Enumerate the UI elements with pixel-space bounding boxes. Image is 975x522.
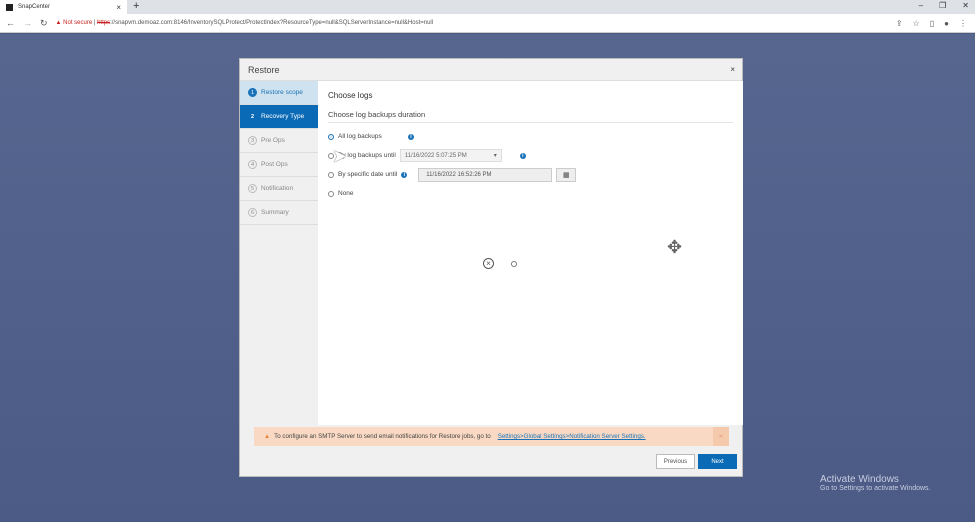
address-bar: ← → ↻ ▲ Not secure | https://snapvm.demo… — [0, 14, 975, 33]
move-cursor-icon: ✥ — [667, 237, 683, 257]
loading-x-icon: × — [483, 258, 494, 269]
info-icon[interactable]: i — [408, 133, 414, 140]
notification-settings-link[interactable]: Settings>Global Settings>Notification Se… — [498, 433, 646, 440]
share-icon[interactable]: ⇪ — [896, 19, 903, 28]
next-button[interactable]: Next — [698, 454, 737, 469]
step-number: 1 — [248, 88, 257, 97]
not-secure-label: Not secure — [63, 20, 93, 26]
activate-windows-watermark: Activate Windows Go to Settings to activ… — [820, 474, 931, 492]
browser-tab-bar: SnapCenter × + – ❐ ✕ — [0, 0, 975, 14]
step-restore-scope[interactable]: 1 Restore scope — [240, 81, 318, 105]
reload-icon[interactable]: ↻ — [40, 18, 48, 29]
watermark-subtitle: Go to Settings to activate Windows. — [820, 485, 931, 492]
step-label: Restore scope — [261, 89, 303, 96]
url-text: ://snapvm.demoaz.com:8146/InventorySQLPr… — [110, 20, 434, 26]
profile-icon[interactable]: ● — [944, 19, 949, 28]
new-tab-button[interactable]: + — [133, 0, 139, 12]
specific-date-input[interactable]: 11/16/2022 16:52:26 PM — [418, 167, 553, 182]
mouse-cursor-icon: ➤ — [332, 146, 348, 166]
menu-icon[interactable]: ⋮ — [959, 19, 967, 28]
section-subheading: Choose log backups duration — [328, 110, 733, 123]
step-label: Notification — [261, 185, 294, 192]
step-summary[interactable]: 6 Summary — [240, 201, 318, 225]
info-icon[interactable]: i — [401, 171, 408, 178]
smtp-warning-banner: ▲ To configure an SMTP Server to send em… — [254, 427, 729, 446]
watermark-title: Activate Windows — [820, 474, 899, 485]
star-icon[interactable]: ☆ — [913, 19, 920, 28]
close-window-icon[interactable]: ✕ — [962, 1, 969, 10]
option-label: None — [338, 190, 354, 197]
warning-text: To configure an SMTP Server to send emai… — [274, 433, 491, 440]
wizard-steps: 1 Restore scope 2 Recovery Type 3 Pre Ops 4… — [240, 81, 318, 225]
tab-title: SnapCenter — [18, 4, 51, 10]
step-notification[interactable]: 5 Notification — [240, 177, 318, 201]
maximize-icon[interactable]: ❐ — [939, 1, 946, 10]
log-backup-select[interactable]: 11/16/2022 5:07:25 PM ▾ — [399, 149, 502, 162]
step-post-ops[interactable]: 4 Post Ops — [240, 153, 318, 177]
section-heading: Choose logs — [328, 91, 373, 100]
radio-all-log-backups[interactable] — [328, 133, 334, 140]
close-tab-icon[interactable]: × — [116, 3, 121, 12]
close-icon[interactable]: × — [730, 65, 735, 74]
step-number: 2 — [250, 113, 255, 120]
calendar-icon[interactable]: ▦ — [556, 167, 577, 182]
radio-by-specific-date[interactable] — [328, 171, 334, 178]
step-label: Summary — [261, 209, 289, 216]
minimize-icon[interactable]: – — [919, 1, 923, 10]
url-field[interactable]: ▲ Not secure | https://snapvm.demoaz.com… — [56, 20, 434, 26]
chevron-down-icon: ▾ — [493, 153, 497, 159]
warning-icon: ▲ — [264, 433, 271, 440]
step-recovery-type[interactable]: 2 Recovery Type — [240, 105, 318, 129]
radio-none[interactable] — [328, 190, 334, 197]
step-number: 3 — [248, 136, 257, 145]
step-number: 5 — [248, 184, 257, 193]
sidebar-icon[interactable]: ▯ — [930, 19, 934, 28]
previous-button[interactable]: Previous — [656, 454, 695, 469]
option-label: All log backups — [338, 133, 382, 140]
loading-dot-icon — [511, 261, 517, 267]
option-label: By specific date until — [338, 171, 398, 178]
dialog-title: Restore — [248, 64, 280, 75]
step-label: Pre Ops — [261, 137, 285, 144]
snapcenter-logo-icon — [6, 3, 13, 11]
select-value: 11/16/2022 5:07:25 PM — [404, 152, 467, 159]
url-scheme: https — [97, 20, 111, 26]
back-icon[interactable]: ← — [6, 18, 15, 28]
dismiss-warning-icon[interactable]: ✕ — [713, 427, 729, 446]
step-label: Recovery Type — [261, 113, 305, 120]
step-number: 4 — [248, 160, 257, 169]
forward-icon[interactable]: → — [23, 18, 32, 28]
browser-tab[interactable]: SnapCenter × — [0, 0, 127, 14]
step-number: 6 — [248, 208, 257, 217]
info-icon[interactable]: i — [519, 152, 526, 159]
step-pre-ops[interactable]: 3 Pre Ops — [240, 129, 318, 153]
step-label: Post Ops — [261, 161, 288, 168]
